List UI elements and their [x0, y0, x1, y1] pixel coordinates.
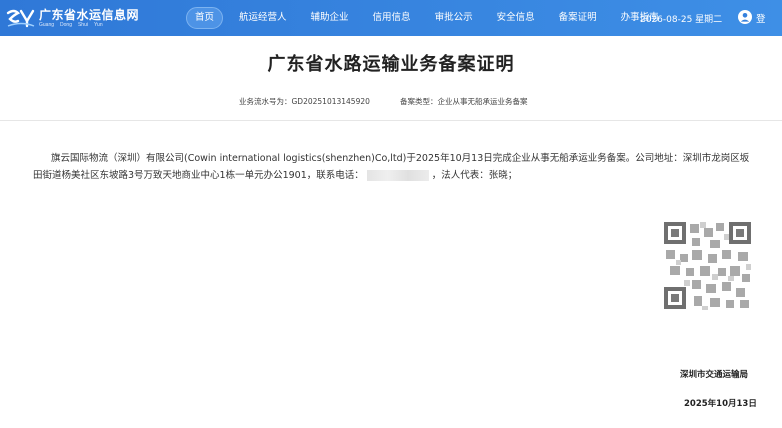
- issue-date: 2025年10月13日: [684, 399, 757, 409]
- logo-icon: [6, 7, 36, 29]
- issuing-authority: 深圳市交通运输局: [680, 370, 749, 380]
- body-text-legal-rep: ，法人代表：张晓；: [431, 170, 518, 181]
- site-logo[interactable]: 广东省水运信息网 Guang Dong Shui Yun: [6, 5, 139, 31]
- filing-type-value: 企业从事无船承运业务备案: [437, 97, 528, 106]
- nav-filing-certificate[interactable]: 备案证明: [551, 7, 605, 29]
- nav-home[interactable]: 首页: [186, 7, 224, 29]
- main-nav: 首页 航运经营人 辅助企业 信用信息 审批公示 安全信息 备案证明 办事指南: [186, 7, 675, 29]
- login-link[interactable]: 登: [756, 11, 766, 25]
- top-navigation-bar: 广东省水运信息网 Guang Dong Shui Yun 首页 航运经营人 辅助…: [0, 0, 782, 36]
- site-name: 广东省水运信息网: [39, 7, 140, 22]
- masked-phone-number: [366, 170, 429, 181]
- divider: [0, 120, 782, 121]
- nav-approval-notice[interactable]: 审批公示: [427, 7, 481, 29]
- current-date: 2026-08-25 星期二: [640, 15, 723, 25]
- nav-shipping-operators[interactable]: 航运经营人: [231, 7, 295, 29]
- certificate-body: 旗云国际物流（深圳）有限公司(Cowin international logis…: [33, 150, 758, 184]
- serial-value: GD20251013145920: [291, 97, 370, 106]
- document-title: 广东省水路运输业务备案证明: [267, 54, 515, 75]
- nav-safety-info[interactable]: 安全信息: [489, 7, 543, 29]
- user-icon[interactable]: [738, 10, 752, 24]
- serial-label: 业务流水号为：: [239, 97, 292, 106]
- serial-number: 业务流水号为：GD20251013145920: [239, 96, 370, 107]
- filing-type-label: 备案类型：: [400, 97, 438, 106]
- nav-auxiliary-enterprises[interactable]: 辅助企业: [303, 7, 357, 29]
- qr-code-icon: [662, 220, 753, 311]
- site-subtitle: Guang Dong Shui Yun: [39, 21, 103, 28]
- nav-credit-info[interactable]: 信用信息: [365, 7, 419, 29]
- filing-type: 备案类型：企业从事无船承运业务备案: [400, 96, 528, 107]
